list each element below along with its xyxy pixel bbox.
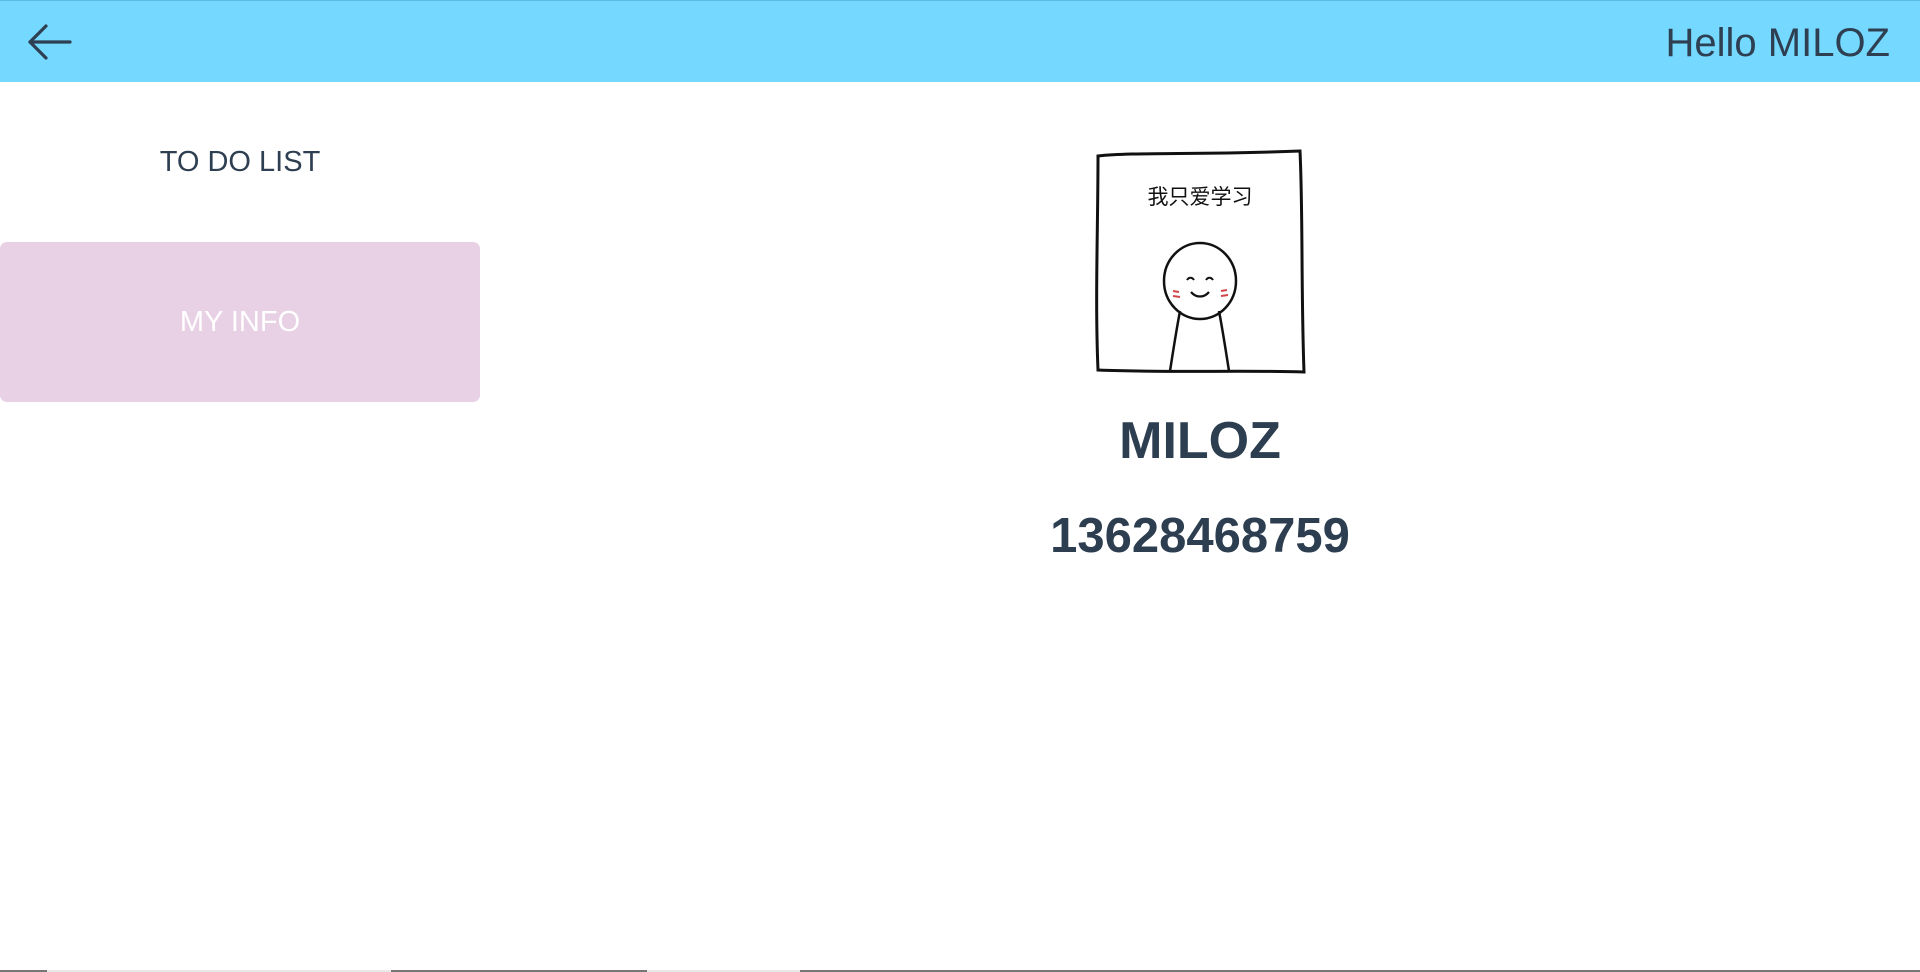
sidebar-item-label: TO DO LIST <box>159 145 321 178</box>
sidebar-item-my-info[interactable]: MY INFO <box>0 242 480 402</box>
profile-name: MILOZ <box>1119 412 1281 470</box>
avatar-illustration: 我只爱学习 <box>1095 149 1306 374</box>
app-window: Hello MILOZ TO DO LIST MY INFO 我只爱学习 MIL… <box>0 0 1920 972</box>
back-button[interactable] <box>24 19 76 65</box>
sidebar: TO DO LIST MY INFO <box>0 82 480 972</box>
profile-phone: 13628468759 <box>1050 509 1350 563</box>
arrow-left-icon <box>28 24 72 60</box>
avatar: 我只爱学习 <box>1090 146 1310 376</box>
top-bar: Hello MILOZ <box>0 0 1920 82</box>
greeting-text: Hello MILOZ <box>1665 21 1891 65</box>
sidebar-item-todo-list[interactable]: TO DO LIST <box>0 82 480 242</box>
sidebar-item-label: MY INFO <box>179 305 301 338</box>
avatar-caption: 我只爱学习 <box>1148 185 1253 209</box>
